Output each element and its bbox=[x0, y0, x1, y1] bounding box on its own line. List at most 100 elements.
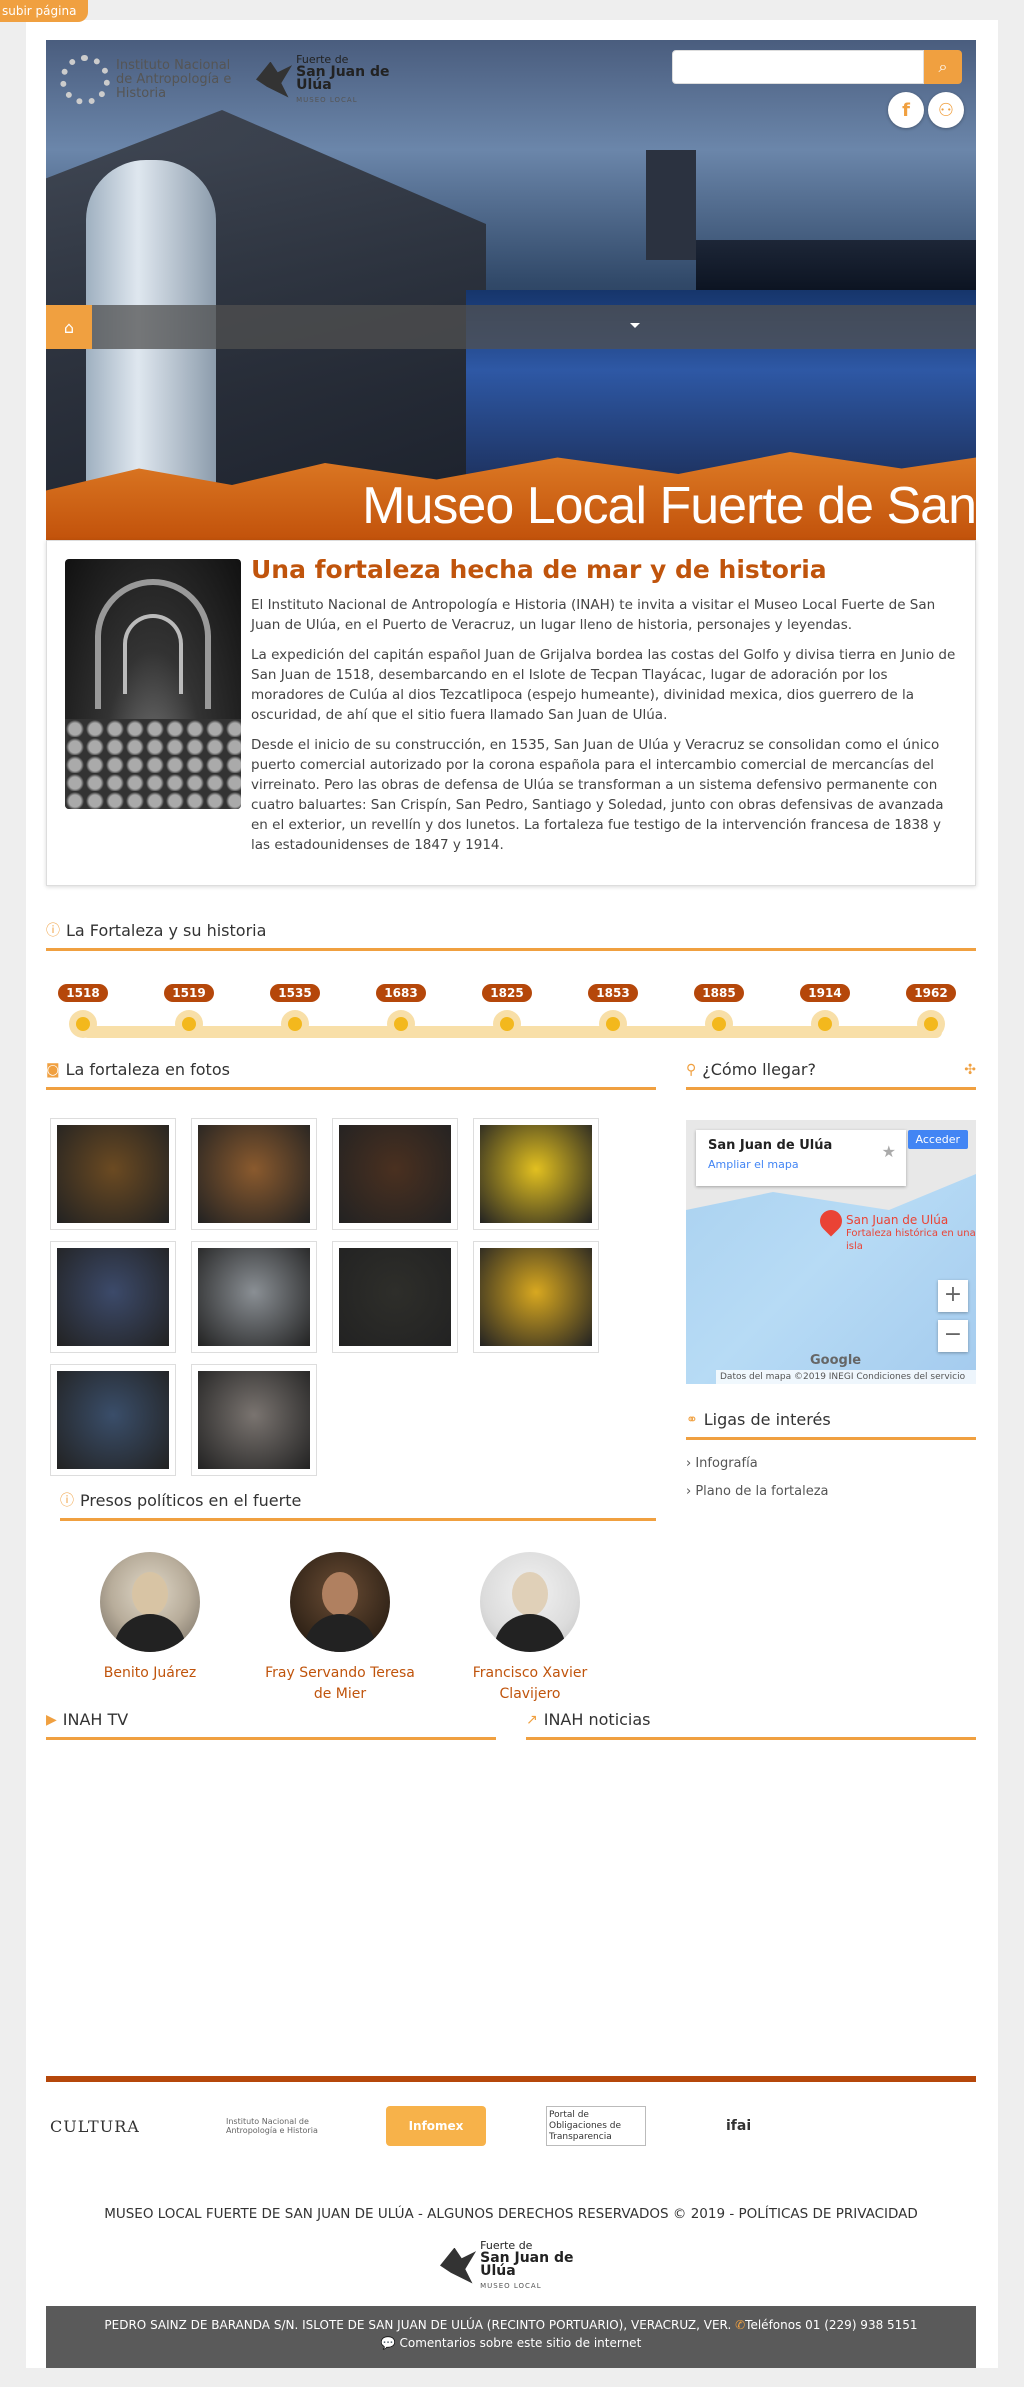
comment-icon: 💬 bbox=[380, 2336, 396, 2350]
photo-image bbox=[198, 1371, 310, 1469]
zoom-in-button[interactable]: + bbox=[938, 1280, 968, 1312]
partner-logo[interactable]: Portal de Obligaciones de Transparencia bbox=[546, 2106, 646, 2146]
photo-thumbnail[interactable] bbox=[191, 1118, 317, 1230]
timeline-year[interactable]: 1885 bbox=[694, 984, 744, 1002]
sitemap-icon[interactable]: ⚇ bbox=[928, 92, 964, 128]
person-card[interactable]: Fray Servando Teresa de Mier bbox=[260, 1552, 420, 1704]
home-icon[interactable]: ⌂ bbox=[46, 305, 92, 349]
timeline-item[interactable]: 1825 bbox=[472, 982, 542, 1038]
intro-paragraph: El Instituto Nacional de Antropología e … bbox=[251, 597, 936, 633]
person-card[interactable]: Benito Juárez bbox=[70, 1552, 230, 1683]
external-link-icon: ↗ bbox=[526, 1711, 538, 1728]
person-card[interactable]: Francisco Xavier Clavijero bbox=[450, 1552, 610, 1704]
person-name[interactable]: Fray Servando Teresa de Mier bbox=[265, 1665, 415, 1702]
partner-logo[interactable]: CULTURA bbox=[50, 2106, 190, 2146]
timeline-year[interactable]: 1962 bbox=[906, 984, 956, 1002]
chevron-down-icon[interactable] bbox=[630, 323, 640, 328]
timeline-item[interactable]: 1683 bbox=[366, 982, 436, 1038]
zoom-out-button[interactable]: − bbox=[938, 1320, 968, 1352]
facebook-icon[interactable]: f bbox=[888, 92, 924, 128]
photo-image bbox=[480, 1125, 592, 1223]
photo-thumbnail[interactable] bbox=[50, 1364, 176, 1476]
timeline-dot[interactable] bbox=[705, 1010, 733, 1038]
comments-link[interactable]: Comentarios sobre este sitio de internet bbox=[399, 2336, 641, 2350]
timeline-year[interactable]: 1535 bbox=[270, 984, 320, 1002]
timeline-dot[interactable] bbox=[175, 1010, 203, 1038]
partner-logo[interactable]: Infomex bbox=[386, 2106, 486, 2146]
map-pin-icon[interactable] bbox=[815, 1205, 847, 1237]
search-button[interactable]: ⌕ bbox=[924, 50, 962, 84]
pin-sub: Fortaleza histórica en una isla bbox=[846, 1228, 976, 1252]
museum-logo-sub: MUSEO LOCAL bbox=[296, 95, 358, 104]
link-item[interactable]: › Infografía bbox=[686, 1456, 829, 1471]
timeline-item[interactable]: 1535 bbox=[260, 982, 330, 1038]
map-login-button[interactable]: Acceder bbox=[907, 1130, 968, 1149]
hero-banner: Museo Local Fuerte de San Instituto Naci… bbox=[46, 40, 976, 540]
link-icon: ⚭ bbox=[686, 1411, 698, 1428]
star-icon[interactable]: ★ bbox=[882, 1142, 896, 1161]
inah-logo-text: Instituto Nacional de Antropología e His… bbox=[116, 58, 232, 101]
person-name[interactable]: Benito Juárez bbox=[104, 1665, 196, 1681]
rights-text[interactable]: MUSEO LOCAL FUERTE DE SAN JUAN DE ULÚA -… bbox=[46, 2206, 976, 2222]
timeline-dot[interactable] bbox=[493, 1010, 521, 1038]
timeline-item[interactable]: 1914 bbox=[790, 982, 860, 1038]
fan-icon[interactable]: ✣ bbox=[964, 1062, 976, 1078]
google-map[interactable]: San Juan de Ulúa Ampliar el mapa ★ Acced… bbox=[686, 1120, 976, 1384]
footer-museum-logo[interactable]: Fuerte de San Juan de Ulúa MUSEO LOCAL bbox=[440, 2238, 590, 2293]
photo-thumbnail[interactable] bbox=[191, 1364, 317, 1476]
person-name[interactable]: Francisco Xavier Clavijero bbox=[473, 1665, 588, 1702]
map-place-card: San Juan de Ulúa Ampliar el mapa ★ bbox=[696, 1130, 906, 1186]
search-input[interactable] bbox=[672, 50, 924, 84]
bird-icon bbox=[256, 61, 293, 98]
avatar bbox=[290, 1552, 390, 1652]
timeline-dot[interactable] bbox=[811, 1010, 839, 1038]
timeline-section: ⓘ La Fortaleza y su historia 1518 1519 153… bbox=[46, 920, 976, 1040]
timeline-dot[interactable] bbox=[69, 1010, 97, 1038]
timeline-year[interactable]: 1853 bbox=[588, 984, 638, 1002]
page-container: Museo Local Fuerte de San Instituto Naci… bbox=[26, 20, 998, 2368]
timeline-item[interactable]: 1885 bbox=[684, 982, 754, 1038]
map-attribution[interactable]: Datos del mapa ©2019 INEGI Condiciones d… bbox=[716, 1370, 976, 1384]
footer-divider bbox=[46, 2076, 976, 2082]
photo-thumbnail[interactable] bbox=[332, 1118, 458, 1230]
timeline-dot[interactable] bbox=[599, 1010, 627, 1038]
main-navbar: ⌂ bbox=[46, 305, 976, 349]
intro-title: Una fortaleza hecha de mar y de historia bbox=[251, 555, 827, 584]
timeline-dot[interactable] bbox=[917, 1010, 945, 1038]
map-place-name: San Juan de Ulúa bbox=[708, 1138, 833, 1153]
timeline-year[interactable]: 1683 bbox=[376, 984, 426, 1002]
photo-image bbox=[339, 1248, 451, 1346]
map-enlarge-link[interactable]: Ampliar el mapa bbox=[708, 1158, 799, 1171]
partner-logo[interactable]: ifai bbox=[726, 2106, 786, 2146]
timeline-item[interactable]: 1519 bbox=[154, 982, 224, 1038]
hero-city bbox=[696, 240, 976, 290]
photo-thumbnail[interactable] bbox=[473, 1241, 599, 1353]
tv-title: ▶ INAH TV bbox=[46, 1710, 496, 1740]
presos-title: ⓘ Presos políticos en el fuerte bbox=[60, 1490, 656, 1521]
photo-image bbox=[198, 1248, 310, 1346]
photo-thumbnail[interactable] bbox=[191, 1241, 317, 1353]
partner-logo[interactable]: Instituto Nacional de Antropología e His… bbox=[226, 2106, 336, 2146]
timeline-year[interactable]: 1825 bbox=[482, 984, 532, 1002]
timeline-item[interactable]: 1518 bbox=[48, 982, 118, 1038]
timeline-item[interactable]: 1962 bbox=[896, 982, 966, 1038]
search-bar: ⌕ bbox=[672, 50, 962, 84]
link-item[interactable]: › Plano de la fortaleza bbox=[686, 1484, 829, 1499]
photo-thumbnail[interactable] bbox=[473, 1118, 599, 1230]
inah-logo[interactable]: Instituto Nacional de Antropología e His… bbox=[60, 50, 250, 110]
timeline-year[interactable]: 1914 bbox=[800, 984, 850, 1002]
info-icon: ⓘ bbox=[60, 1493, 74, 1509]
timeline-dot[interactable] bbox=[281, 1010, 309, 1038]
photo-thumbnail[interactable] bbox=[332, 1241, 458, 1353]
timeline-year[interactable]: 1519 bbox=[164, 984, 214, 1002]
photo-image bbox=[480, 1248, 592, 1346]
scroll-top-tab[interactable]: subir página bbox=[0, 0, 89, 22]
photo-thumbnail[interactable] bbox=[50, 1118, 176, 1230]
links-list: › Infografía › Plano de la fortaleza bbox=[686, 1456, 829, 1512]
hero-title: Museo Local Fuerte de San bbox=[362, 477, 976, 535]
timeline-year[interactable]: 1518 bbox=[58, 984, 108, 1002]
timeline-dot[interactable] bbox=[387, 1010, 415, 1038]
museum-logo[interactable]: Fuerte de San Juan de Ulúa MUSEO LOCAL bbox=[256, 52, 406, 107]
timeline-item[interactable]: 1853 bbox=[578, 982, 648, 1038]
photo-thumbnail[interactable] bbox=[50, 1241, 176, 1353]
